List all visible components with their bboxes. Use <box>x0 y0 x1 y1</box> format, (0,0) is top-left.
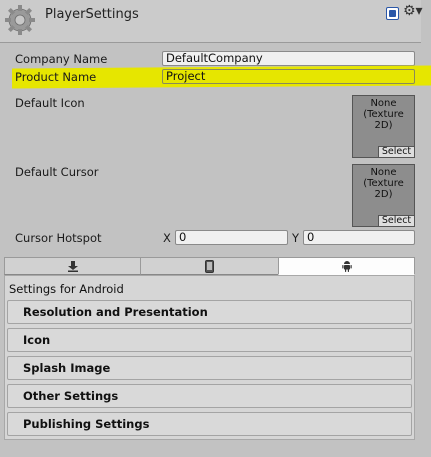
default-cursor-texture-slot[interactable]: None (Texture 2D) Select <box>352 164 415 227</box>
product-name-field[interactable]: Project <box>162 69 415 84</box>
android-icon <box>342 261 352 272</box>
hotspot-y-field[interactable]: 0 <box>303 230 415 245</box>
gear-menu-icon[interactable]: ⚙▾ <box>403 3 423 19</box>
header-divider <box>0 42 421 43</box>
tab-standalone[interactable] <box>4 257 141 275</box>
help-book-icon[interactable] <box>386 7 399 20</box>
company-name-label: Company Name <box>15 52 108 66</box>
default-cursor-select-button[interactable]: Select <box>378 215 414 226</box>
company-name-field[interactable]: DefaultCompany <box>162 51 415 66</box>
download-arrow-icon <box>68 261 78 272</box>
section-other-settings[interactable]: Other Settings <box>7 384 412 408</box>
default-icon-texture-slot[interactable]: None (Texture 2D) Select <box>352 95 415 158</box>
section-publishing-settings[interactable]: Publishing Settings <box>7 412 412 436</box>
default-icon-select-button[interactable]: Select <box>378 146 414 157</box>
player-settings-gear-icon <box>5 5 35 35</box>
settings-for-heading: Settings for Android <box>9 282 124 296</box>
product-name-label: Product Name <box>15 70 97 84</box>
default-icon-texture-text: None (Texture 2D) <box>363 98 404 131</box>
hotspot-x-label: X <box>163 231 171 245</box>
platform-tab-bar <box>4 257 415 275</box>
tab-ios[interactable] <box>140 257 279 275</box>
mobile-device-icon <box>205 260 214 273</box>
default-cursor-texture-text: None (Texture 2D) <box>363 167 404 200</box>
hotspot-y-label: Y <box>292 231 300 245</box>
section-icon[interactable]: Icon <box>7 328 412 352</box>
default-icon-label: Default Icon <box>15 96 85 110</box>
section-resolution-presentation[interactable]: Resolution and Presentation <box>7 300 412 324</box>
tab-android[interactable] <box>278 257 415 275</box>
window-title: PlayerSettings <box>45 7 139 22</box>
default-cursor-label: Default Cursor <box>15 165 99 179</box>
section-splash-image[interactable]: Splash Image <box>7 356 412 380</box>
cursor-hotspot-label: Cursor Hotspot <box>15 231 102 245</box>
hotspot-x-field[interactable]: 0 <box>175 230 288 245</box>
